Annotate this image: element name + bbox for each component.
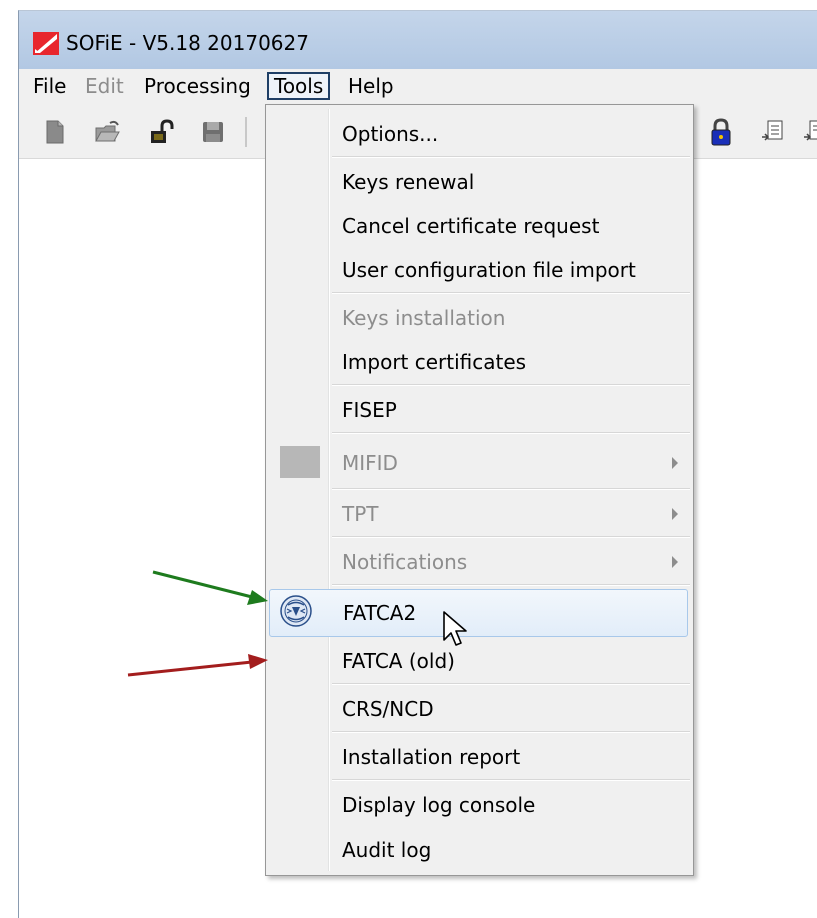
menu-separator (332, 292, 690, 294)
menu-item-label: FATCA2 (343, 601, 417, 625)
menu-item-cancel-certificate-request[interactable]: Cancel certificate request (269, 206, 688, 246)
menu-item-mifid[interactable]: MIFID (269, 443, 688, 483)
menu-item-crs-ncd[interactable]: CRS/NCD (269, 689, 688, 729)
menu-separator (332, 584, 690, 586)
menu-separator (332, 683, 690, 685)
submenu-arrow-icon (672, 457, 678, 469)
mouse-pointer-icon (443, 611, 467, 646)
menu-item-label: Options... (342, 122, 439, 146)
menu-item-keys-installation[interactable]: Keys installation (269, 298, 688, 338)
document-icon[interactable] (759, 118, 787, 146)
menu-separator (332, 156, 690, 158)
unlock-icon[interactable] (147, 118, 175, 146)
tools-dropdown-menu: Options... Keys renewal Cancel certifica… (265, 104, 694, 876)
menu-item-label: Keys installation (342, 306, 506, 330)
menu-file[interactable]: File (28, 72, 71, 100)
lock-icon[interactable] (707, 118, 735, 146)
menu-item-import-certificates[interactable]: Import certificates (269, 342, 688, 382)
menu-item-label: User configuration file import (342, 258, 636, 282)
new-file-icon[interactable] (41, 118, 69, 146)
window-title: SOFiE - V5.18 20170627 (66, 31, 309, 55)
menu-item-tpt[interactable]: TPT (269, 494, 688, 534)
menu-separator (332, 384, 690, 386)
menu-item-label: Import certificates (342, 350, 527, 374)
menu-item-label: Display log console (342, 793, 536, 817)
mifid-icon (280, 446, 320, 478)
menu-processing[interactable]: Processing (139, 72, 256, 100)
menu-item-display-log-console[interactable]: Display log console (269, 785, 688, 825)
menu-item-label: Installation report (342, 745, 521, 769)
menu-item-label: Audit log (342, 838, 432, 862)
submenu-arrow-icon (672, 508, 678, 520)
menu-item-fatca-old[interactable]: FATCA (old) (269, 641, 688, 681)
menu-help[interactable]: Help (343, 72, 399, 100)
menu-item-label: TPT (342, 502, 379, 526)
submenu-arrow-icon (672, 556, 678, 568)
title-bar[interactable]: SOFiE - V5.18 20170627 (19, 11, 817, 69)
menu-tools[interactable]: Tools (267, 72, 331, 100)
menu-item-notifications[interactable]: Notifications (269, 542, 688, 582)
menu-edit[interactable]: Edit (80, 72, 129, 100)
menu-item-label: Keys renewal (342, 170, 475, 194)
menu-item-label: CRS/NCD (342, 697, 434, 721)
menu-separator (332, 731, 690, 733)
save-icon[interactable] (199, 118, 227, 146)
menu-item-label: MIFID (342, 451, 398, 475)
menu-separator (332, 536, 690, 538)
menu-item-label: Notifications (342, 550, 468, 574)
open-folder-icon[interactable] (93, 118, 121, 146)
menu-item-installation-report[interactable]: Installation report (269, 737, 688, 777)
menu-item-label: FISEP (342, 398, 397, 422)
menu-item-label: FATCA (old) (342, 649, 455, 673)
menu-item-audit-log[interactable]: Audit log (269, 830, 688, 870)
menu-separator (332, 432, 690, 434)
menu-item-fatca2[interactable]: FATCA2 (269, 589, 688, 637)
document-icon[interactable] (801, 118, 817, 146)
sofie-logo-icon (33, 32, 59, 55)
menu-bar: File Edit Processing Tools Help (19, 69, 817, 106)
irs-seal-icon (280, 595, 312, 627)
menu-item-fisep[interactable]: FISEP (269, 390, 688, 430)
menu-item-keys-renewal[interactable]: Keys renewal (269, 162, 688, 202)
menu-item-label: Cancel certificate request (342, 214, 600, 238)
menu-separator (332, 488, 690, 490)
menu-item-options[interactable]: Options... (269, 114, 688, 154)
menu-item-user-config-import[interactable]: User configuration file import (269, 250, 688, 290)
toolbar-separator (245, 117, 247, 147)
menu-separator (332, 779, 690, 781)
